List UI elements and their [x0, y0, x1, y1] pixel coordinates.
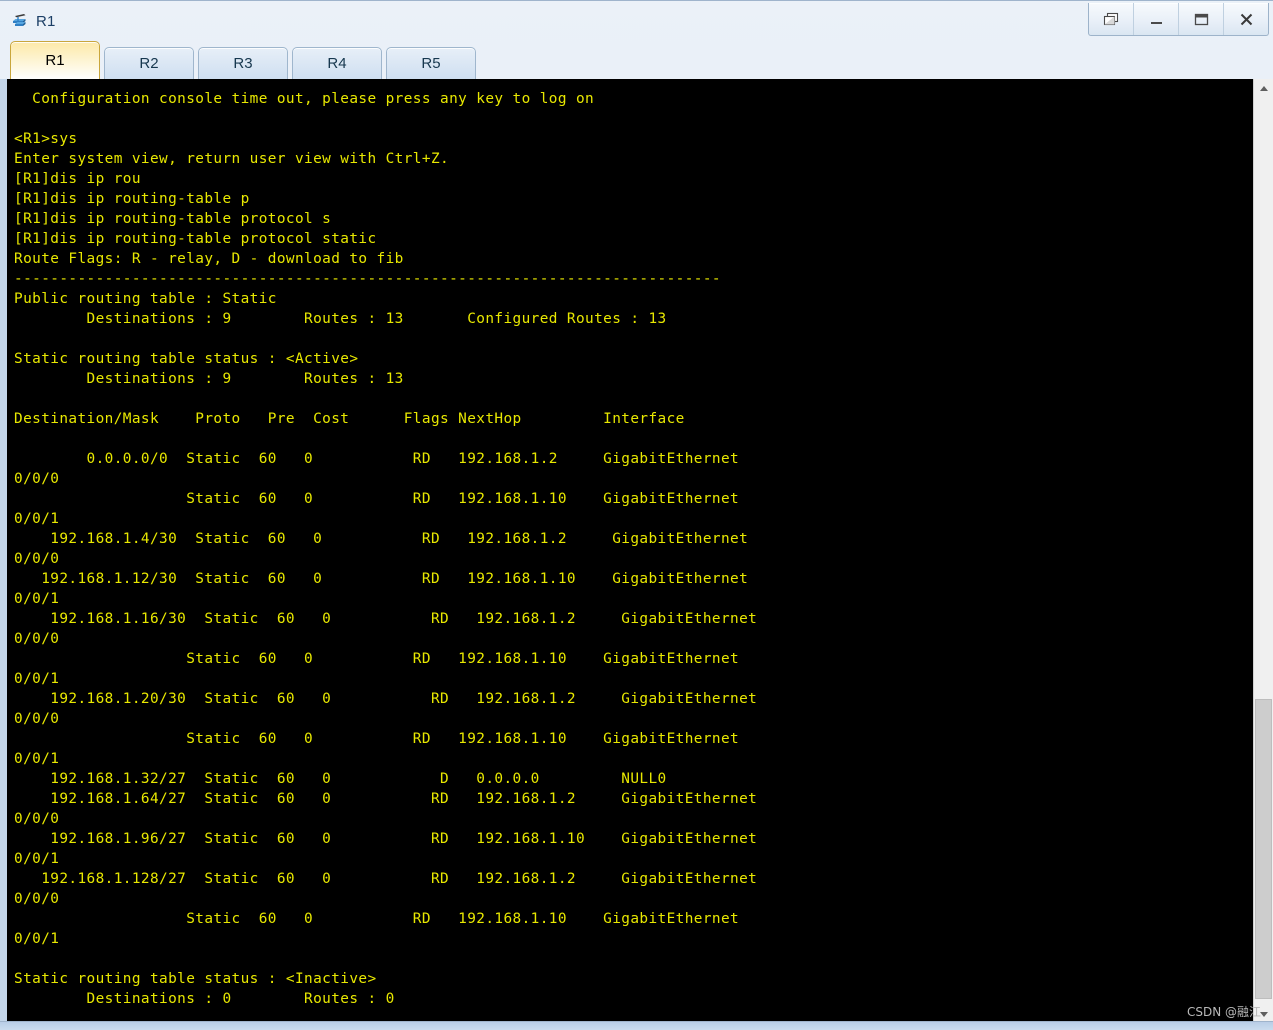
- tab-r3[interactable]: R3: [198, 47, 288, 79]
- console-frame: Configuration console time out, please p…: [0, 79, 1273, 1023]
- chevron-up-icon[interactable]: [1254, 79, 1273, 97]
- restore-button[interactable]: [1089, 3, 1134, 35]
- device-tab-bar: R1 R2 R3 R4 R5: [0, 41, 1273, 79]
- tab-label: R5: [421, 55, 441, 72]
- tab-label: R4: [327, 55, 347, 72]
- minimize-button[interactable]: [1134, 3, 1179, 35]
- router-cli-window: R1 R1 R2 R3 R4 R5 Configuration console …: [0, 0, 1273, 1030]
- scrollbar-thumb[interactable]: [1255, 699, 1272, 999]
- title-bar: R1: [0, 1, 1273, 41]
- tab-label: R2: [139, 55, 159, 72]
- router-icon: [10, 10, 32, 32]
- terminal-scrollbar[interactable]: [1253, 79, 1273, 1023]
- window-bottom-edge: [0, 1021, 1273, 1030]
- tab-r4[interactable]: R4: [292, 47, 382, 79]
- terminal-output-area[interactable]: Configuration console time out, please p…: [7, 79, 1253, 1023]
- tab-label: R1: [45, 52, 65, 69]
- tab-r1[interactable]: R1: [10, 41, 100, 79]
- tab-r5[interactable]: R5: [386, 47, 476, 79]
- close-button[interactable]: [1224, 3, 1268, 35]
- window-controls: [1088, 3, 1269, 36]
- maximize-button[interactable]: [1179, 3, 1224, 35]
- window-title: R1: [36, 12, 56, 30]
- tab-label: R3: [233, 55, 253, 72]
- terminal-text: Configuration console time out, please p…: [14, 91, 758, 1007]
- tab-r2[interactable]: R2: [104, 47, 194, 79]
